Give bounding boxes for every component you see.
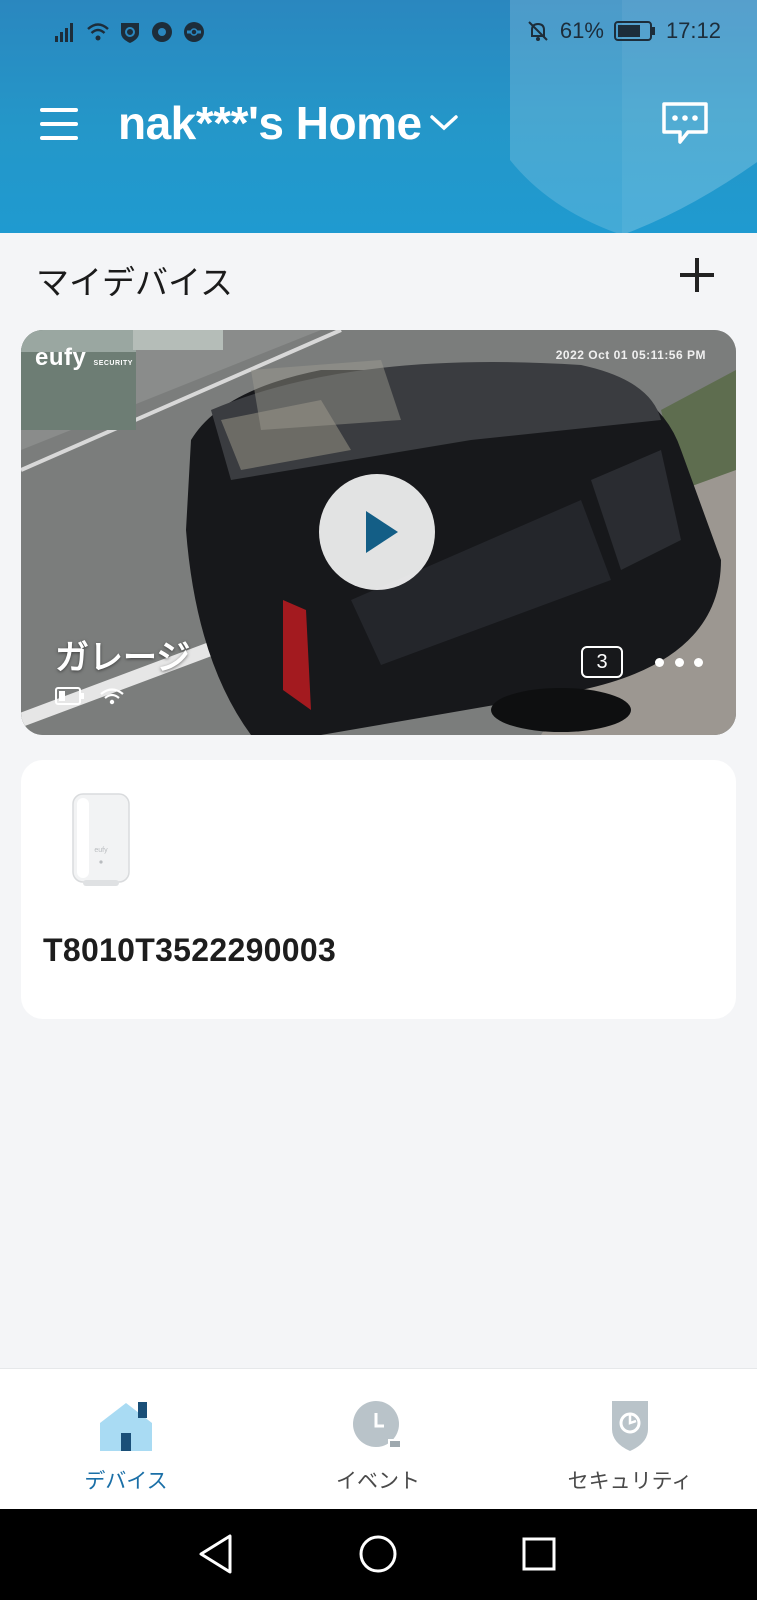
more-options-button[interactable]	[651, 646, 707, 678]
bottom-tab-bar: デバイス イベント セキュリティ	[0, 1368, 757, 1509]
shield-icon	[612, 1401, 648, 1451]
battery-icon	[55, 687, 84, 705]
security-shield-icon	[121, 23, 139, 43]
camera-timestamp: 2022 Oct 01 05:11:56 PM	[555, 348, 706, 362]
tab-security-label: セキュリティ	[567, 1470, 693, 1493]
status-bar: 61% 17:12	[0, 0, 757, 66]
camera-name: ガレージ	[55, 639, 191, 677]
hub-device-card[interactable]: eufy T8010T3522290003	[21, 760, 736, 1019]
tab-devices-label: デバイス	[84, 1470, 168, 1493]
app-bar: nak***'s Home	[0, 86, 757, 166]
hub-device-name: T8010T3522290003	[43, 932, 337, 968]
signal-icon	[55, 23, 73, 42]
tab-events-label: イベント	[336, 1470, 420, 1493]
event-count-badge[interactable]: 3	[581, 646, 623, 678]
clock-time: 17:12	[665, 18, 721, 43]
battery-icon	[613, 21, 655, 41]
chrome-icon	[152, 22, 172, 42]
homebase-device-image: eufy	[72, 793, 130, 886]
section-title: マイデバイス	[36, 264, 234, 301]
home-name: nak***'s Home	[118, 97, 422, 149]
tab-security[interactable]: セキュリティ	[504, 1369, 756, 1510]
tab-devices[interactable]: デバイス	[0, 1369, 252, 1510]
add-device-button[interactable]	[676, 254, 718, 296]
home-icon	[100, 1402, 152, 1451]
svg-text:eufy: eufy	[94, 847, 108, 854]
clock-icon	[353, 1401, 402, 1449]
recents-icon[interactable]	[514, 1529, 564, 1579]
app-notification-icon	[184, 22, 204, 42]
camera-watermark-logo: eufy SECURITY	[35, 344, 133, 371]
home-nav-icon[interactable]	[353, 1529, 403, 1579]
wifi-icon	[100, 688, 124, 705]
chevron-down-icon	[429, 115, 458, 131]
wifi-icon	[87, 23, 109, 41]
system-navigation-bar	[0, 1509, 757, 1600]
play-icon	[366, 511, 398, 553]
camera-card[interactable]: eufy SECURITY 2022 Oct 01 05:11:56 PM ガレ…	[21, 330, 736, 735]
battery-percent: 61%	[559, 18, 604, 43]
back-icon[interactable]	[193, 1529, 243, 1579]
play-button[interactable]	[319, 474, 435, 590]
tab-events[interactable]: イベント	[252, 1369, 504, 1510]
menu-button[interactable]	[40, 104, 80, 140]
camera-status-icons	[55, 686, 125, 706]
home-selector[interactable]: nak***'s Home	[118, 96, 460, 150]
message-icon[interactable]	[660, 100, 710, 146]
bell-off-icon	[528, 21, 548, 41]
app-header: 61% 17:12 nak***'s Home	[0, 0, 757, 233]
